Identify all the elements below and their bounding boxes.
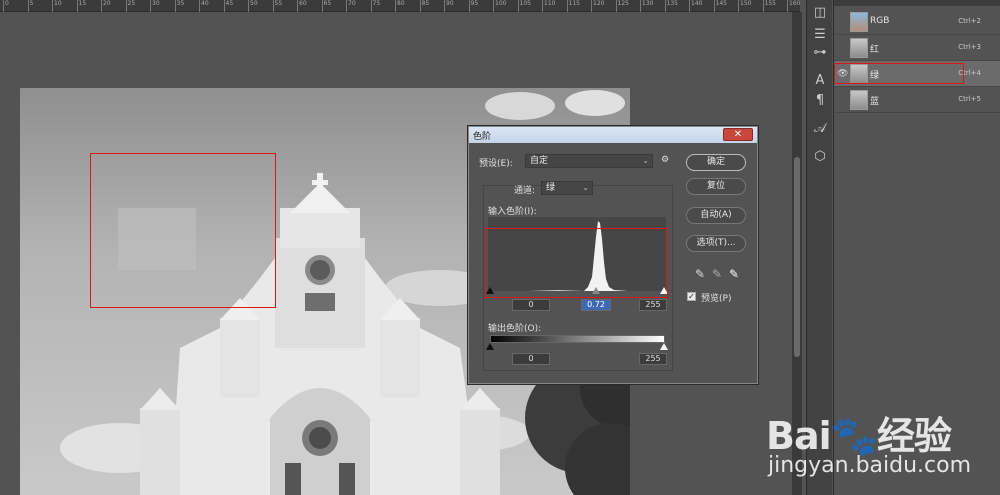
options-button[interactable]: 选项(T)... <box>686 235 746 252</box>
channel-shortcut: Ctrl+2 <box>958 17 981 25</box>
input-black-field[interactable]: 0 <box>512 299 550 311</box>
adjustments-icon[interactable]: ⊶ <box>811 44 829 62</box>
gray-eyedropper-icon[interactable]: ✎ <box>712 267 722 281</box>
preset-value: 自定 <box>530 156 549 166</box>
ruler-tick-label: 115 <box>566 0 580 12</box>
scrollbar-thumb[interactable] <box>794 157 800 357</box>
ruler-tick-label: 120 <box>590 0 605 12</box>
ruler-tick-label: 105 <box>517 0 531 12</box>
output-black-field[interactable]: 0 <box>512 353 550 365</box>
panel-tabs[interactable] <box>834 0 1000 6</box>
ruler-tick-label: 0 <box>3 0 9 12</box>
channel-value: 绿 <box>546 183 556 193</box>
watermark-brand: Bai🐾经验 <box>766 414 952 458</box>
ruler-tick-label: 100 <box>492 0 507 12</box>
input-white-field[interactable]: 255 <box>639 299 667 311</box>
output-white-field[interactable]: 255 <box>639 353 667 365</box>
ruler-tick-label: 110 <box>541 0 556 12</box>
ruler-tick-label: 95 <box>468 0 479 12</box>
ruler-tick-label: 20 <box>101 0 111 12</box>
ruler-tick-label: 125 <box>615 0 629 12</box>
watermark-url: jingyan.baidu.com <box>768 453 972 478</box>
ruler-tick-label: 60 <box>297 0 307 12</box>
channel-row-red[interactable]: 红 Ctrl+3 <box>834 35 1000 61</box>
ruler-tick-label: 25 <box>125 0 136 12</box>
ruler-tick-label: 140 <box>688 0 703 12</box>
ruler-tick-label: 65 <box>321 0 332 12</box>
close-button[interactable]: ✕ <box>723 128 753 141</box>
auto-button[interactable]: 自动(A) <box>686 207 746 224</box>
channel-shortcut: Ctrl+5 <box>958 95 981 103</box>
channel-label: 通道: <box>514 186 536 196</box>
preset-select[interactable]: 自定 ⌄ <box>525 154 653 168</box>
character-icon[interactable]: A <box>811 72 829 90</box>
ruler-tick-label: 5 <box>27 0 34 12</box>
ruler-tick-label: 145 <box>713 0 727 12</box>
channel-name: RGB <box>870 16 890 26</box>
ruler-tick-label: 55 <box>272 0 283 12</box>
ruler-tick-label: 10 <box>52 0 62 12</box>
channel-name: 红 <box>870 45 880 55</box>
output-levels-label: 输出色阶(O): <box>488 324 542 334</box>
ruler-tick-label: 155 <box>762 0 776 12</box>
ruler-tick-label: 80 <box>395 0 405 12</box>
annotation-box-texture <box>90 153 276 308</box>
output-black-slider[interactable] <box>486 343 494 350</box>
channel-thumbnail <box>850 38 868 58</box>
ok-button[interactable]: 确定 <box>686 154 746 171</box>
ruler-tick-label: 40 <box>199 0 209 12</box>
preview-label: 预览(P) <box>701 294 732 304</box>
ruler-tick-label: 90 <box>444 0 454 12</box>
output-gradient <box>490 335 665 343</box>
black-eyedropper-icon[interactable]: ✎ <box>695 267 705 281</box>
glyphs-icon[interactable]: 𝒜 <box>811 120 829 138</box>
annotation-box-histogram <box>484 228 668 298</box>
ruler-tick-label: 160 <box>786 0 801 12</box>
visibility-eye-icon[interactable] <box>837 95 849 105</box>
white-eyedropper-icon[interactable]: ✎ <box>729 267 739 281</box>
ruler-tick-label: 15 <box>76 0 87 12</box>
chevron-down-icon: ⌄ <box>582 183 589 192</box>
ruler-tick-label: 130 <box>639 0 654 12</box>
ruler-tick-label: 35 <box>174 0 185 12</box>
ruler-tick-label: 45 <box>223 0 234 12</box>
paragraph-icon[interactable]: ¶ <box>811 92 829 110</box>
visibility-eye-icon[interactable] <box>837 43 849 53</box>
input-gamma-field[interactable]: 0.72 <box>581 299 611 311</box>
output-white-slider[interactable] <box>660 343 668 350</box>
channel-row-blue[interactable]: 蓝 Ctrl+5 <box>834 87 1000 113</box>
visibility-eye-icon[interactable] <box>837 17 849 27</box>
ruler-tick-label: 50 <box>248 0 258 12</box>
preview-checkbox[interactable]: ✓ <box>687 292 696 301</box>
dialog-title: 色阶 <box>473 132 492 142</box>
ruler-tick-label: 135 <box>664 0 678 12</box>
channel-name: 蓝 <box>870 97 880 107</box>
channel-select[interactable]: 绿 ⌄ <box>541 181 593 195</box>
input-levels-label: 输入色阶(I): <box>488 207 537 217</box>
chevron-down-icon: ⌄ <box>642 156 649 165</box>
ruler-tick-label: 30 <box>150 0 160 12</box>
channel-shortcut: Ctrl+3 <box>958 43 981 51</box>
preset-options-gear-icon[interactable]: ⚙ <box>661 155 669 165</box>
channel-thumbnail <box>850 90 868 110</box>
3d-cube-icon[interactable]: ⬡ <box>811 148 829 166</box>
dialog-title-bar[interactable]: 色阶 ✕ <box>469 127 757 143</box>
horizontal-ruler: 0 5 10 15 20 25 30 35 40 45 50 55 60 65 70 75 80 85 90 95 10… <box>0 0 800 12</box>
ruler-tick-label: 75 <box>370 0 381 12</box>
preset-label: 预设(E): <box>479 159 513 169</box>
ruler-tick-label: 70 <box>346 0 356 12</box>
baidu-watermark: Bai🐾经验 jingyan.baidu.com <box>766 385 998 493</box>
annotation-box-green-channel <box>834 63 964 84</box>
channel-thumbnail <box>850 12 868 32</box>
channel-row-rgb[interactable]: RGB Ctrl+2 <box>834 9 1000 35</box>
properties-icon[interactable]: ☰ <box>811 26 829 44</box>
ruler-tick-label: 85 <box>419 0 430 12</box>
history-icon[interactable]: ◫ <box>811 4 829 22</box>
ruler-tick-label: 150 <box>737 0 752 12</box>
reset-button[interactable]: 复位 <box>686 178 746 195</box>
